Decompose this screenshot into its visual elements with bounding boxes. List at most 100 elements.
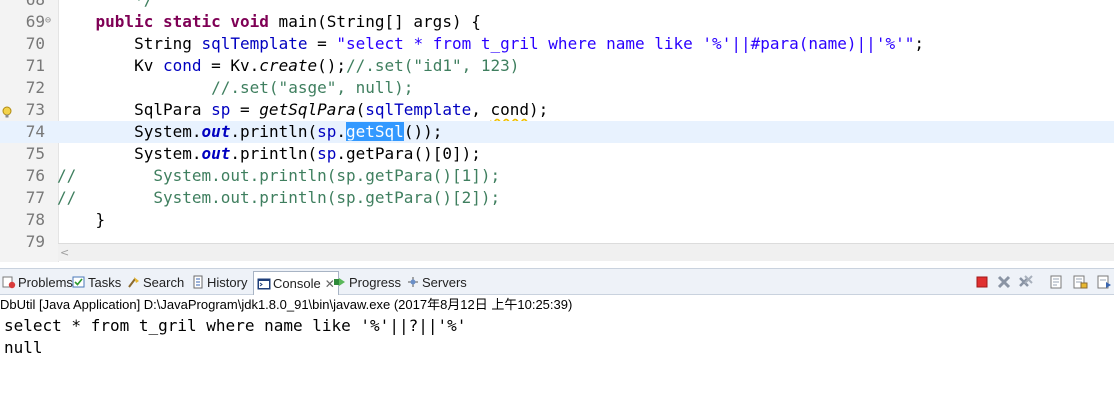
progress-icon <box>333 275 347 289</box>
code-token: sp <box>211 100 231 119</box>
code-line[interactable]: 72 //.set("asge", null); <box>0 77 1114 99</box>
remove-all-terminated-icon[interactable] <box>1018 274 1034 290</box>
tab-label: History <box>207 274 248 290</box>
code-token: . <box>336 122 347 141</box>
code-token: ); <box>529 100 549 119</box>
code-token: main(String[] args) { <box>268 12 481 31</box>
code-token: = Kv. <box>201 56 260 75</box>
console-output[interactable]: select * from t_gril where name like '%'… <box>0 315 1114 402</box>
tab-console[interactable]: Console ✕ <box>253 271 339 295</box>
code-token: cond <box>490 100 530 119</box>
horizontal-scrollbar[interactable]: < <box>58 243 1114 261</box>
line-number: 78 <box>25 210 45 229</box>
code-line[interactable]: 77 // System.out.println(sp.getPara()[2])… <box>0 187 1114 209</box>
tab-progress[interactable]: Progress <box>333 272 401 292</box>
view-tab-bar: Problems Tasks Search History Console ✕ … <box>0 268 1114 295</box>
remove-launch-icon[interactable] <box>996 274 1012 290</box>
code-text: //.set("asge", null); <box>57 77 413 99</box>
terminate-icon[interactable] <box>974 274 990 290</box>
tab-problems[interactable]: Problems <box>2 272 73 292</box>
servers-icon <box>406 275 420 289</box>
history-icon <box>191 275 205 289</box>
code-token: ; <box>914 34 924 53</box>
code-text: System.out.println(sp.getSql()); <box>57 121 442 143</box>
tab-label: Servers <box>422 274 467 290</box>
code-token: = <box>307 34 337 53</box>
line-number: 70 <box>25 34 45 53</box>
code-token: // System.out.println(sp.getPara()[1]); <box>57 166 501 185</box>
tab-label: Console <box>273 276 321 291</box>
code-line[interactable]: 73 SqlPara sp = getSqlPara(sqlTemplate, … <box>0 99 1114 121</box>
tab-label: Progress <box>349 274 402 290</box>
code-token: } <box>57 210 106 229</box>
code-line[interactable]: 75 System.out.println(sp.getPara()[0]); <box>0 143 1114 165</box>
code-token: ()); <box>403 122 443 141</box>
code-line[interactable]: 71 Kv cond = Kv.create();//.set("id1", 1… <box>0 55 1114 77</box>
code-token: "select * from t_gril where name like '%… <box>336 34 915 53</box>
code-token: create <box>259 56 318 75</box>
code-token: .println( <box>230 122 318 141</box>
code-line[interactable]: 68 */ <box>0 0 1114 11</box>
code-line[interactable]: 69 ⊖ public static void main(String[] arg… <box>0 11 1114 33</box>
code-line[interactable]: 70 String sqlTemplate = "select * from t… <box>0 33 1114 55</box>
console-description: DbUtil [Java Application] D:\JavaProgram… <box>0 295 1114 315</box>
tab-search[interactable]: Search <box>127 272 184 292</box>
code-token: SqlPara <box>57 100 212 119</box>
code-text: // System.out.println(sp.getPara()[2]); <box>57 187 500 209</box>
code-token: System. <box>57 122 202 141</box>
tab-label: Search <box>143 274 185 290</box>
code-editor[interactable]: 68 */69⊖ public static void main(String[… <box>0 0 1114 262</box>
code-token: out <box>201 122 231 141</box>
tab-label: Tasks <box>88 274 122 290</box>
scroll-lock-icon[interactable] <box>1072 274 1088 290</box>
warning-lightbulb-icon[interactable] <box>1 103 14 118</box>
fold-collapse-icon[interactable]: ⊖ <box>45 16 53 26</box>
code-token: (); <box>317 56 346 75</box>
code-token: out <box>201 144 231 163</box>
console-output-line: select * from t_gril where name like '%'… <box>4 316 467 335</box>
line-number: 71 <box>25 56 45 75</box>
code-token: sqlTemplate <box>365 100 472 119</box>
tab-servers[interactable]: Servers <box>406 272 467 292</box>
code-token: Kv <box>57 56 163 75</box>
tasks-icon <box>72 275 86 289</box>
line-number: 77 <box>25 188 45 207</box>
code-token: */ <box>134 0 153 9</box>
tab-label: Problems <box>18 274 73 290</box>
code-token: .println( <box>230 144 318 163</box>
code-token: , <box>471 100 491 119</box>
code-token: String <box>57 34 202 53</box>
code-token: cond <box>162 56 202 75</box>
clear-console-icon[interactable] <box>1048 274 1064 290</box>
code-token: = <box>230 100 260 119</box>
code-token: sp <box>317 144 337 163</box>
code-token: sp <box>317 122 337 141</box>
line-number: 68 <box>0 0 45 11</box>
code-text: public static void main(String[] args) { <box>57 11 481 33</box>
code-token: sqlTemplate <box>201 34 308 53</box>
pin-console-icon[interactable] <box>1096 274 1112 290</box>
code-text: // System.out.println(sp.getPara()[1]); <box>57 165 500 187</box>
code-text: System.out.println(sp.getPara()[0]); <box>57 143 481 165</box>
code-text: Kv cond = Kv.create();//.set("id1", 123) <box>57 55 519 77</box>
code-token: //.set("id1", 123) <box>346 56 520 75</box>
code-token: //.set("asge", null); <box>211 78 414 97</box>
code-line[interactable]: 78 } <box>0 209 1114 231</box>
code-token: public static void <box>95 12 269 31</box>
selected-text: getSql <box>346 122 404 141</box>
code-line[interactable]: 74 System.out.println(sp.getSql()); <box>0 121 1114 143</box>
search-icon <box>127 275 141 289</box>
scroll-left-icon[interactable]: < <box>60 244 69 261</box>
code-token: .getPara()[0]); <box>336 144 481 163</box>
line-number: 79 <box>25 232 45 251</box>
code-line[interactable]: 76 // System.out.println(sp.getPara()[1])… <box>0 165 1114 187</box>
code-token: // System.out.println(sp.getPara()[2]); <box>57 188 501 207</box>
line-number: 76 <box>25 166 45 185</box>
problems-icon <box>2 275 16 289</box>
tab-tasks[interactable]: Tasks <box>72 272 121 292</box>
code-text: } <box>57 209 106 231</box>
line-number: 74 <box>25 122 45 141</box>
tab-history[interactable]: History <box>191 272 247 292</box>
